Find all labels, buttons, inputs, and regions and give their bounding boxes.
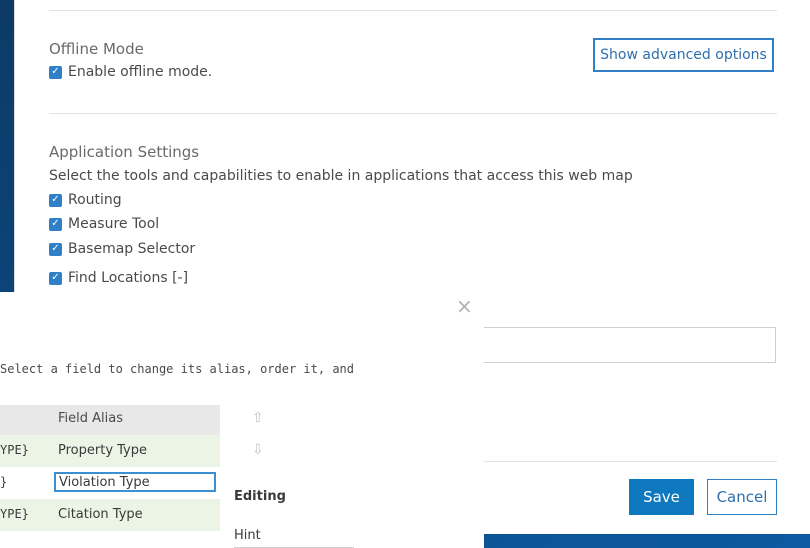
field-name-cell: YPE} <box>0 507 29 521</box>
enable-offline-checkbox-row[interactable]: Enable offline mode. <box>49 64 212 80</box>
measure-tool-checkbox-row[interactable]: Measure Tool <box>49 216 159 232</box>
offline-mode-title: Offline Mode <box>49 40 144 58</box>
enable-offline-label: Enable offline mode. <box>68 64 213 80</box>
find-locations-checkbox-row[interactable]: Find Locations [-] <box>49 270 188 286</box>
measure-tool-checkbox[interactable] <box>49 217 62 231</box>
basemap-selector-checkbox-row[interactable]: Basemap Selector <box>49 241 195 257</box>
hint-label: Hint <box>234 528 261 543</box>
basemap-selector-label: Basemap Selector <box>68 241 196 257</box>
field-alias-dialog: × Select a field to change its alias, or… <box>0 292 484 548</box>
routing-checkbox[interactable] <box>49 193 62 207</box>
find-locations-checkbox[interactable] <box>49 271 62 285</box>
field-name-cell: YPE} <box>0 443 29 457</box>
cancel-button[interactable]: Cancel <box>707 479 777 515</box>
application-settings-description: Select the tools and capabilities to ena… <box>49 168 633 184</box>
column-header-field-alias[interactable]: Field Alias <box>58 411 123 426</box>
move-down-arrow-icon[interactable]: ⇩ <box>252 442 264 458</box>
basemap-selector-checkbox[interactable] <box>49 242 62 256</box>
editing-section-title: Editing <box>234 489 286 504</box>
find-locations-label: Find Locations [-] <box>68 270 189 286</box>
field-alias-cell: Property Type <box>58 443 148 458</box>
enable-offline-checkbox[interactable] <box>49 65 62 79</box>
divider-middle <box>49 113 777 114</box>
alias-edit-value: Violation Type <box>59 474 150 490</box>
routing-checkbox-row[interactable]: Routing <box>49 192 122 208</box>
grid-header: Field Alias <box>0 405 220 435</box>
table-row[interactable]: YPE} Citation Type <box>0 499 220 531</box>
divider-top <box>49 10 777 11</box>
field-name-cell: } <box>0 475 8 489</box>
table-row[interactable]: YPE} Property Type <box>0 435 220 467</box>
save-button[interactable]: Save <box>629 479 694 515</box>
divider-footer <box>483 461 777 462</box>
alias-edit-input[interactable]: Violation Type <box>54 472 216 492</box>
show-advanced-options-button[interactable]: Show advanced options <box>593 38 774 72</box>
routing-label: Routing <box>68 192 122 208</box>
close-icon[interactable]: × <box>456 294 473 318</box>
application-settings-title: Application Settings <box>49 143 200 161</box>
measure-tool-label: Measure Tool <box>68 216 160 232</box>
field-alias-cell: Citation Type <box>58 507 143 522</box>
move-up-arrow-icon[interactable]: ⇧ <box>252 410 264 426</box>
dialog-description: Select a field to change its alias, orde… <box>0 362 355 376</box>
table-row-selected[interactable]: } Violation Type <box>0 467 220 499</box>
text-input-field[interactable] <box>483 327 776 363</box>
